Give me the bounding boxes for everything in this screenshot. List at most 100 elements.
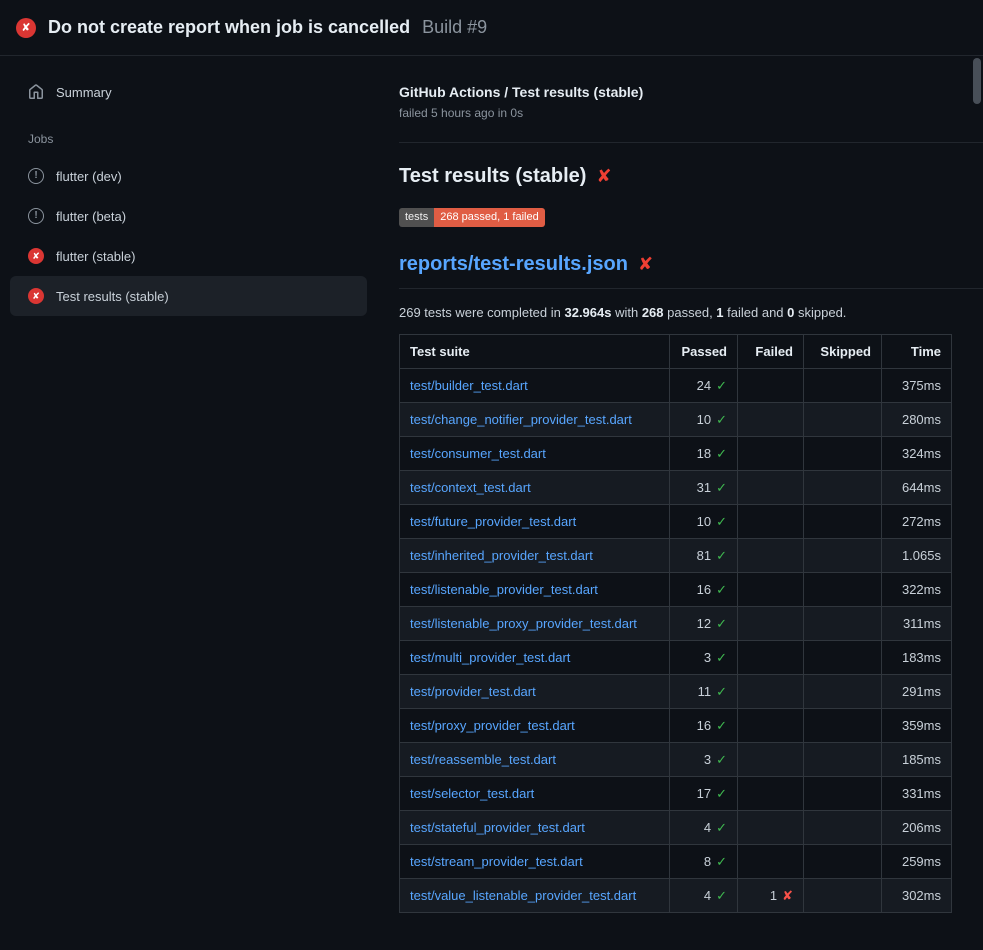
suite-cell: test/inherited_provider_test.dart — [400, 539, 670, 573]
build-header: ✘ Do not create report when job is cance… — [0, 0, 983, 56]
table-row: test/listenable_proxy_provider_test.dart… — [400, 607, 952, 641]
failed-cell — [738, 471, 804, 505]
suite-cell: test/listenable_proxy_provider_test.dart — [400, 607, 670, 641]
sidebar-item-flutter-stable-[interactable]: ✘flutter (stable) — [10, 236, 367, 276]
failed-cell — [738, 709, 804, 743]
passed-cell: 10✓ — [670, 505, 738, 539]
suite-cell: test/consumer_test.dart — [400, 437, 670, 471]
check-icon: ✓ — [716, 480, 727, 495]
skipped-cell — [804, 471, 882, 505]
jobs-section-label: Jobs — [28, 132, 367, 146]
test-suite-link[interactable]: test/builder_test.dart — [410, 378, 528, 393]
suite-cell: test/multi_provider_test.dart — [400, 641, 670, 675]
test-suite-link[interactable]: test/inherited_provider_test.dart — [410, 548, 593, 563]
table-header-row: Test suite Passed Failed Skipped Time — [400, 335, 952, 369]
suite-cell: test/future_provider_test.dart — [400, 505, 670, 539]
table-row: test/selector_test.dart17✓331ms — [400, 777, 952, 811]
table-row: test/multi_provider_test.dart3✓183ms — [400, 641, 952, 675]
table-row: test/context_test.dart 31✓ 644ms — [400, 471, 952, 505]
passed-cell: 17✓ — [670, 777, 738, 811]
test-suite-link[interactable]: test/context_test.dart — [410, 480, 531, 495]
table-row: test/stream_provider_test.dart8✓259ms — [400, 845, 952, 879]
skipped-cell — [804, 879, 882, 913]
passed-cell: 10✓ — [670, 403, 738, 437]
failed-cell — [738, 845, 804, 879]
passed-cell: 12✓ — [670, 607, 738, 641]
cross-icon: ✘ — [782, 888, 793, 903]
badge-label: tests — [399, 208, 434, 227]
test-suite-link[interactable]: test/listenable_proxy_provider_test.dart — [410, 616, 637, 631]
time-cell: 644ms — [882, 471, 952, 505]
test-suite-link[interactable]: test/reassemble_test.dart — [410, 752, 556, 767]
failed-cell — [738, 505, 804, 539]
table-row: test/provider_test.dart11✓291ms — [400, 675, 952, 709]
skipped-cell — [804, 539, 882, 573]
report-link[interactable]: reports/test-results.json — [399, 253, 628, 276]
test-suite-link[interactable]: test/stream_provider_test.dart — [410, 854, 583, 869]
check-icon: ✓ — [716, 786, 727, 801]
test-suite-link[interactable]: test/selector_test.dart — [410, 786, 534, 801]
job-label: flutter (beta) — [56, 209, 126, 224]
sidebar-item-test-results-stable-[interactable]: ✘Test results (stable) — [10, 276, 367, 316]
build-failed-icon: ✘ — [16, 18, 36, 38]
test-suite-link[interactable]: test/listenable_provider_test.dart — [410, 582, 598, 597]
sidebar-item-flutter-dev-[interactable]: !flutter (dev) — [10, 156, 367, 196]
skipped-cell — [804, 641, 882, 675]
time-cell: 185ms — [882, 743, 952, 777]
sidebar-item-flutter-beta-[interactable]: !flutter (beta) — [10, 196, 367, 236]
check-icon: ✓ — [716, 514, 727, 529]
table-row: test/value_listenable_provider_test.dart… — [400, 879, 952, 913]
skipped-cell — [804, 675, 882, 709]
time-cell: 206ms — [882, 811, 952, 845]
time-cell: 1.065s — [882, 539, 952, 573]
header-skipped: Skipped — [804, 335, 882, 369]
test-suite-link[interactable]: test/consumer_test.dart — [410, 446, 546, 461]
scrollbar-thumb[interactable] — [973, 58, 981, 104]
results-table-body: test/builder_test.dart24✓375mstest/chang… — [400, 369, 952, 913]
header-passed: Passed — [670, 335, 738, 369]
header-test-suite: Test suite — [400, 335, 670, 369]
failed-cell — [738, 403, 804, 437]
passed-cell: 16✓ — [670, 709, 738, 743]
layout: Summary Jobs !flutter (dev)!flutter (bet… — [0, 56, 983, 950]
summary-text: with — [611, 305, 641, 320]
failed-x-icon: ✘ — [638, 254, 653, 275]
passed-cell: 11✓ — [670, 675, 738, 709]
passed-cell: 4✓ — [670, 811, 738, 845]
divider — [399, 142, 983, 143]
failed-cell — [738, 437, 804, 471]
summary-text: skipped. — [794, 305, 846, 320]
failed-icon: ✘ — [28, 248, 44, 264]
table-row: test/inherited_provider_test.dart81✓1.06… — [400, 539, 952, 573]
table-row: test/proxy_provider_test.dart 16✓ 359ms — [400, 709, 952, 743]
skipped-cell — [804, 811, 882, 845]
suite-cell: test/provider_test.dart — [400, 675, 670, 709]
test-suite-link[interactable]: test/value_listenable_provider_test.dart — [410, 888, 636, 903]
time-cell: 359ms — [882, 709, 952, 743]
header-failed: Failed — [738, 335, 804, 369]
passed-cell: 4✓ — [670, 879, 738, 913]
test-suite-link[interactable]: test/provider_test.dart — [410, 684, 536, 699]
test-suite-link[interactable]: test/multi_provider_test.dart — [410, 650, 570, 665]
table-row: test/stateful_provider_test.dart 4✓ 206ms — [400, 811, 952, 845]
test-suite-link[interactable]: test/stateful_provider_test.dart — [410, 820, 585, 835]
summary-text: passed, — [664, 305, 717, 320]
build-number: Build #9 — [422, 17, 487, 38]
failed-cell — [738, 607, 804, 641]
sidebar-item-summary[interactable]: Summary — [10, 72, 367, 112]
test-suite-link[interactable]: test/change_notifier_provider_test.dart — [410, 412, 632, 427]
test-suite-link[interactable]: test/proxy_provider_test.dart — [410, 718, 575, 733]
time-cell: 183ms — [882, 641, 952, 675]
failed-cell — [738, 777, 804, 811]
check-icon: ✓ — [716, 378, 727, 393]
suite-cell: test/proxy_provider_test.dart — [400, 709, 670, 743]
time-cell: 302ms — [882, 879, 952, 913]
test-suite-link[interactable]: test/future_provider_test.dart — [410, 514, 576, 529]
neutral-icon: ! — [28, 168, 44, 184]
jobs-list: !flutter (dev)!flutter (beta)✘flutter (s… — [10, 156, 367, 316]
passed-cell: 31✓ — [670, 471, 738, 505]
skipped-cell — [804, 743, 882, 777]
sidebar: Summary Jobs !flutter (dev)!flutter (bet… — [0, 56, 383, 950]
check-icon: ✓ — [716, 582, 727, 597]
suite-cell: test/value_listenable_provider_test.dart — [400, 879, 670, 913]
